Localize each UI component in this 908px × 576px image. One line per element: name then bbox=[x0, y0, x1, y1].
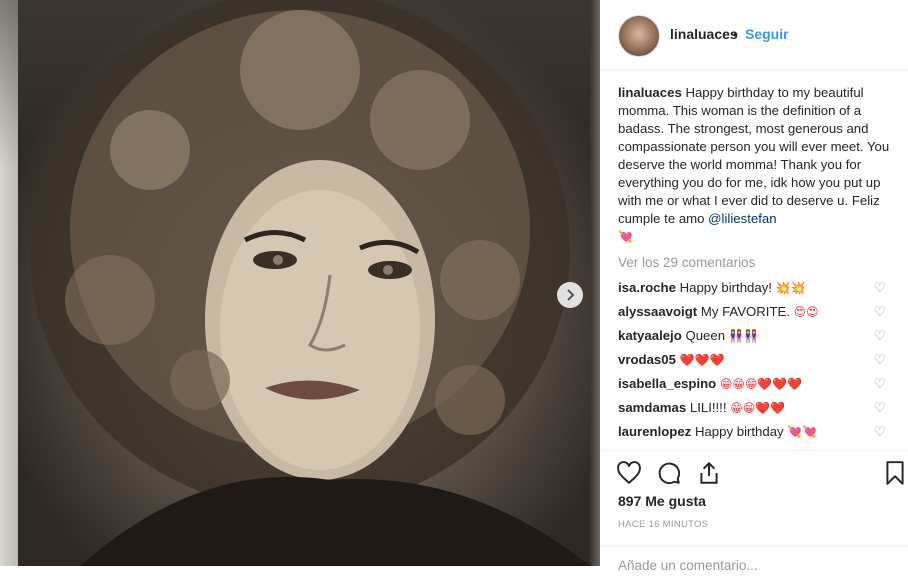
comment-emoji: 💘💘 bbox=[787, 425, 818, 439]
portrait-illustration bbox=[30, 0, 590, 566]
comment-like-heart-icon[interactable]: ♡ bbox=[874, 304, 886, 320]
comment-emoji: 👭👭 bbox=[728, 329, 759, 343]
comment-row: isa.roche Happy birthday! 💥💥 bbox=[618, 280, 888, 295]
comment-like-heart-icon[interactable]: ♡ bbox=[874, 328, 886, 344]
comment-row: samdamas LILI!!!! 😁😁❤️❤️ bbox=[618, 400, 888, 415]
comment-like-heart-icon[interactable]: ♡ bbox=[874, 376, 886, 392]
post-sidebar: linaluaces • Seguir linaluaces Happy bir… bbox=[600, 0, 908, 573]
comment-row: alyssaavoigt My FAVORITE. 😍😍 bbox=[618, 304, 888, 319]
chevron-right-icon bbox=[567, 289, 575, 301]
like-count[interactable]: 897 Me gusta bbox=[618, 493, 706, 509]
comment-like-heart-icon[interactable]: ♡ bbox=[874, 352, 886, 368]
caption-mention[interactable]: @liliestefan bbox=[708, 211, 776, 226]
comment-text: My FAVORITE. bbox=[700, 304, 790, 319]
comment-icon[interactable] bbox=[656, 460, 682, 486]
post-header: linaluaces • Seguir bbox=[600, 0, 908, 71]
bookmark-icon[interactable] bbox=[882, 460, 908, 486]
post-photo bbox=[0, 0, 600, 566]
comment-row: isabella_espino 😁😁😁❤️❤️❤️ bbox=[618, 376, 888, 391]
comment-username[interactable]: samdamas bbox=[618, 400, 686, 415]
next-photo-button[interactable] bbox=[557, 282, 583, 308]
caption-emoji: 💘 bbox=[618, 230, 633, 244]
comment-emoji: 😍😍 bbox=[793, 305, 819, 319]
post-caption: linaluaces Happy birthday to my beautifu… bbox=[618, 84, 890, 246]
comment-text: Queen bbox=[685, 328, 726, 343]
comment-text: Happy birthday bbox=[694, 424, 784, 439]
comment-username[interactable]: katyaalejo bbox=[618, 328, 682, 343]
comment-username[interactable]: isa.roche bbox=[618, 280, 676, 295]
comment-like-heart-icon[interactable]: ♡ bbox=[874, 400, 886, 416]
post-timestamp: HACE 16 MINUTOS bbox=[618, 519, 709, 530]
comment-row: katyaalejo Queen 👭👭 bbox=[618, 328, 888, 343]
avatar[interactable] bbox=[618, 15, 660, 57]
comment-like-heart-icon[interactable]: ♡ bbox=[874, 280, 886, 296]
view-all-comments-link[interactable]: Ver los 29 comentarios bbox=[618, 255, 755, 270]
caption-username[interactable]: linaluaces bbox=[618, 85, 682, 100]
action-bar bbox=[600, 450, 908, 493]
comment-emoji: 😁😁😁❤️❤️❤️ bbox=[719, 377, 803, 391]
comment-row: vrodas05 ❤️❤️❤️ bbox=[618, 352, 888, 367]
heart-icon[interactable] bbox=[616, 460, 642, 486]
add-comment-area[interactable]: Añade un comentario... bbox=[600, 545, 908, 576]
follow-button[interactable]: Seguir bbox=[745, 26, 789, 42]
photo-frame-right bbox=[590, 0, 600, 566]
caption-text: Happy birthday to my beautiful momma. Th… bbox=[618, 85, 890, 226]
separator-dot: • bbox=[733, 26, 738, 42]
comment-username[interactable]: laurenlopez bbox=[618, 424, 691, 439]
comment-emoji: 💥💥 bbox=[775, 281, 806, 295]
comment-username[interactable]: isabella_espino bbox=[618, 376, 716, 391]
comment-row: laurenlopez Happy birthday 💘💘 bbox=[618, 424, 888, 439]
comment-emoji: 😁😁❤️❤️ bbox=[730, 401, 786, 415]
share-icon[interactable] bbox=[696, 460, 722, 486]
comment-emoji: ❤️❤️❤️ bbox=[679, 353, 725, 367]
comment-text: Happy birthday! bbox=[679, 280, 772, 295]
comment-like-heart-icon[interactable]: ♡ bbox=[874, 424, 886, 440]
comment-username[interactable]: alyssaavoigt bbox=[618, 304, 697, 319]
comment-username[interactable]: vrodas05 bbox=[618, 352, 676, 367]
comment-text: LILI!!!! bbox=[689, 400, 727, 415]
header-username[interactable]: linaluaces bbox=[670, 26, 738, 42]
